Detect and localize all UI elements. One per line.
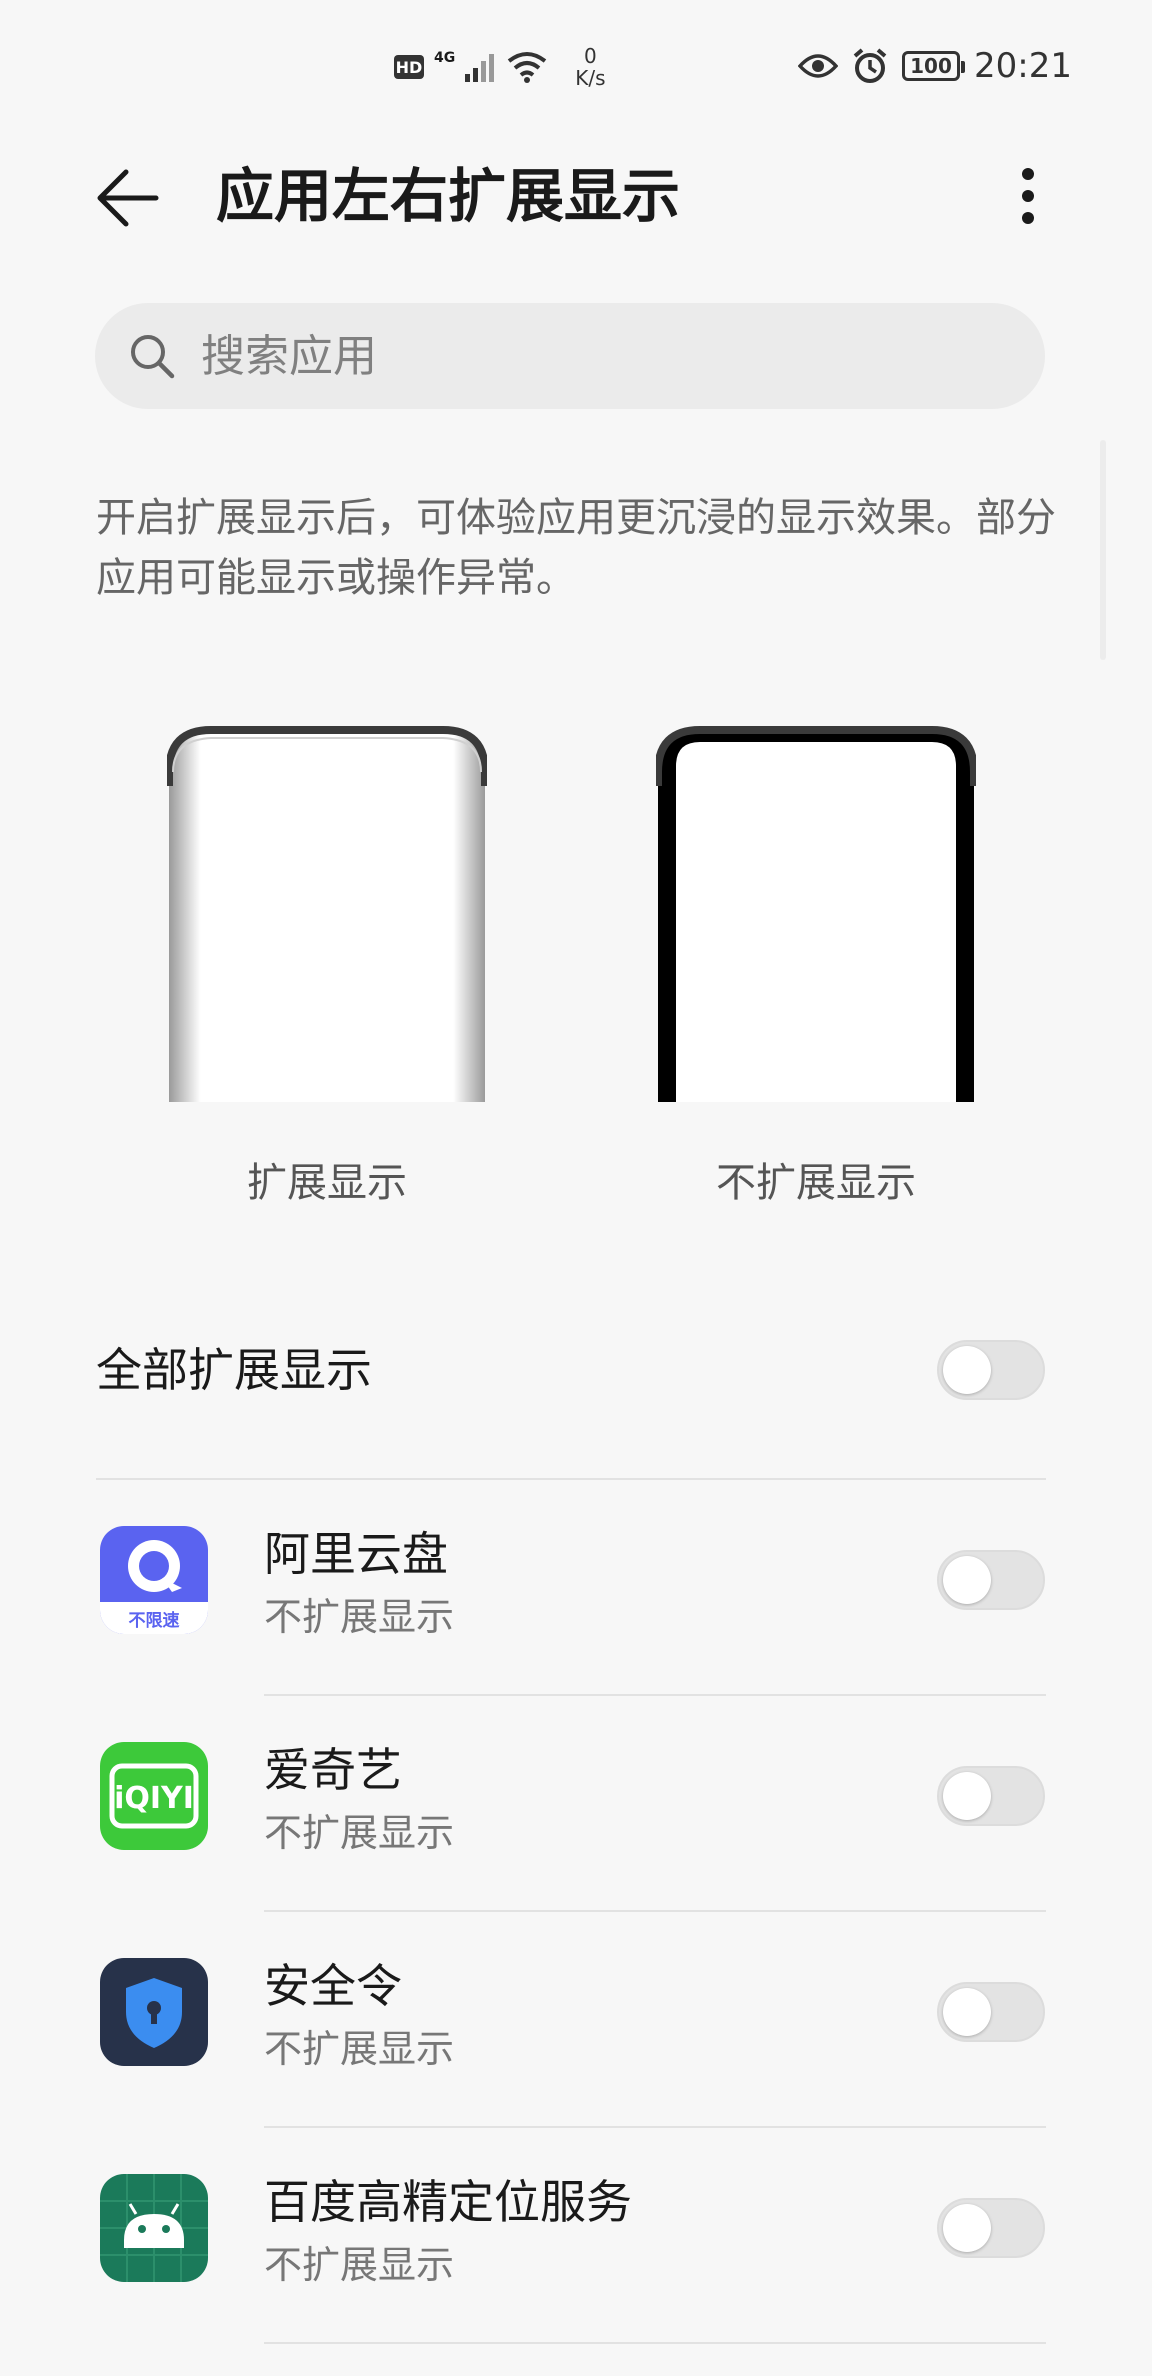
hd-badge: HD	[394, 55, 424, 79]
search-bar[interactable]	[95, 303, 1045, 409]
app-name: 阿里云盘	[264, 1527, 448, 1581]
app-expand-toggle[interactable]	[937, 1550, 1045, 1610]
app-row-iqiyi[interactable]: iQIYI 爱奇艺 不扩展显示	[0, 1696, 1152, 1912]
network-speed: 0 K/s	[575, 45, 605, 89]
app-row-baidu-location[interactable]: 百度高精定位服务 不扩展显示	[0, 2128, 1152, 2344]
all-expand-toggle[interactable]	[937, 1340, 1045, 1400]
signal-icon	[465, 54, 495, 82]
description-text: 开启扩展显示后，可体验应用更沉浸的显示效果。部分应用可能显示或操作异常。	[96, 495, 1056, 601]
icon-text: 不限速	[129, 1610, 180, 1631]
header: 应用左右扩展显示	[0, 140, 1152, 250]
eye-icon	[798, 54, 839, 78]
app-expand-toggle[interactable]	[937, 1766, 1045, 1826]
all-expand-row[interactable]: 全部扩展显示	[0, 1300, 1152, 1440]
android-icon	[100, 2174, 208, 2282]
app-status: 不扩展显示	[264, 2243, 455, 2287]
divider	[264, 2342, 1046, 2344]
app-name: 爱奇艺	[264, 1743, 402, 1797]
all-expand-label: 全部扩展显示	[96, 1343, 372, 1397]
iqiyi-icon: iQIYI	[100, 1742, 208, 1850]
toggle-knob	[943, 1346, 991, 1394]
clock-time: 20:21	[974, 46, 1072, 86]
aliyun-drive-icon: 不限速	[100, 1526, 208, 1634]
app-status: 不扩展显示	[264, 1811, 455, 1855]
battery-icon: 100	[902, 51, 966, 81]
network-type: 4G	[434, 50, 456, 66]
search-input[interactable]	[201, 303, 1001, 409]
app-expand-display-settings-page: HD 4G 0 K/s 100 20:21 应用左右扩展显示 搜索应用 开启扩展…	[0, 0, 1152, 2376]
normal-display-illustration	[656, 726, 976, 1102]
search-icon	[131, 335, 175, 379]
speed-value: 0	[584, 44, 597, 68]
wifi-icon	[508, 52, 547, 83]
expanded-display-label: 扩展显示	[247, 1160, 407, 1206]
expanded-display-illustration	[167, 726, 487, 1102]
app-status: 不扩展显示	[264, 1595, 455, 1639]
page-title: 应用左右扩展显示	[216, 162, 681, 230]
icon-text: iQIYI	[114, 1781, 194, 1816]
app-name: 安全令	[264, 1959, 402, 2013]
speed-unit: K/s	[575, 66, 606, 90]
app-row-security-token[interactable]: 安全令 不扩展显示	[0, 1912, 1152, 2128]
app-status: 不扩展显示	[264, 2027, 455, 2071]
security-token-icon	[100, 1958, 208, 2066]
status-left: HD 4G 0 K/s	[394, 42, 606, 92]
app-row-aliyun-drive[interactable]: 不限速 阿里云盘 不扩展显示	[0, 1480, 1152, 1696]
toggle-knob	[943, 1772, 991, 1820]
scroll-indicator[interactable]	[1100, 440, 1106, 660]
status-right: 100 20:21	[798, 44, 1072, 88]
alarm-icon	[853, 48, 887, 83]
normal-display-label: 不扩展显示	[716, 1160, 916, 1206]
app-expand-toggle[interactable]	[937, 2198, 1045, 2258]
status-bar: HD 4G 0 K/s 100 20:21	[0, 0, 1152, 130]
app-name: 百度高精定位服务	[264, 2175, 632, 2229]
toggle-knob	[943, 2204, 991, 2252]
more-options-icon[interactable]	[1000, 154, 1056, 238]
toggle-knob	[943, 1556, 991, 1604]
app-expand-toggle[interactable]	[937, 1982, 1045, 2042]
toggle-knob	[943, 1988, 991, 2036]
back-arrow-icon[interactable]	[92, 162, 164, 234]
